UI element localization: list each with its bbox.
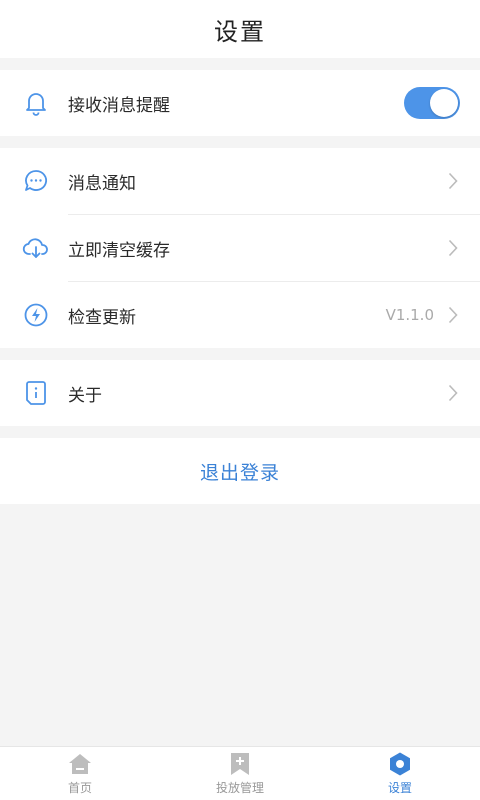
settings-hex-icon (386, 751, 414, 777)
version-value: V1.1.0 (385, 306, 434, 324)
bottom-tab-bar: 首页 投放管理 设置 (0, 746, 480, 800)
bell-icon (22, 89, 50, 117)
check-update-label: 检查更新 (68, 307, 136, 328)
about-row[interactable]: 关于 (0, 360, 480, 426)
about-label: 关于 (68, 385, 102, 406)
tab-placement[interactable]: 投放管理 (160, 747, 320, 800)
cloud-download-icon (22, 234, 50, 262)
tab-home[interactable]: 首页 (0, 747, 160, 800)
page-title: 设置 (214, 17, 266, 46)
tab-settings[interactable]: 设置 (320, 747, 480, 800)
clear-cache-row[interactable]: 立即清空缓存 (0, 215, 480, 281)
bookmark-plus-icon (226, 751, 254, 777)
toggle-knob (430, 89, 458, 117)
receive-message-label: 接收消息提醒 (68, 95, 170, 116)
page-header: 设置 (0, 0, 480, 58)
about-group: 关于 (0, 360, 480, 426)
check-update-row[interactable]: 检查更新 V1.1.0 (0, 282, 480, 348)
chevron-right-icon (446, 305, 460, 325)
chevron-right-icon (446, 383, 460, 403)
chevron-right-icon (446, 238, 460, 258)
message-notice-row[interactable]: 消息通知 (0, 148, 480, 214)
settings-group: 消息通知 立即清空缓存 检查更新 V1.1.0 (0, 148, 480, 348)
home-icon (66, 751, 94, 777)
logout-group: 退出登录 (0, 438, 480, 504)
tab-home-label: 首页 (67, 781, 92, 795)
receive-message-toggle[interactable] (404, 87, 460, 119)
message-notice-label: 消息通知 (68, 173, 136, 194)
notification-group: 接收消息提醒 (0, 70, 480, 136)
logout-label: 退出登录 (199, 461, 280, 484)
tab-placement-label: 投放管理 (215, 781, 264, 795)
receive-message-row: 接收消息提醒 (0, 70, 480, 136)
chevron-right-icon (446, 171, 460, 191)
info-icon (22, 379, 50, 407)
lightning-icon (22, 301, 50, 329)
chat-icon (22, 167, 50, 195)
clear-cache-label: 立即清空缓存 (68, 240, 170, 261)
logout-button[interactable]: 退出登录 (0, 438, 480, 504)
tab-settings-label: 设置 (387, 781, 412, 795)
